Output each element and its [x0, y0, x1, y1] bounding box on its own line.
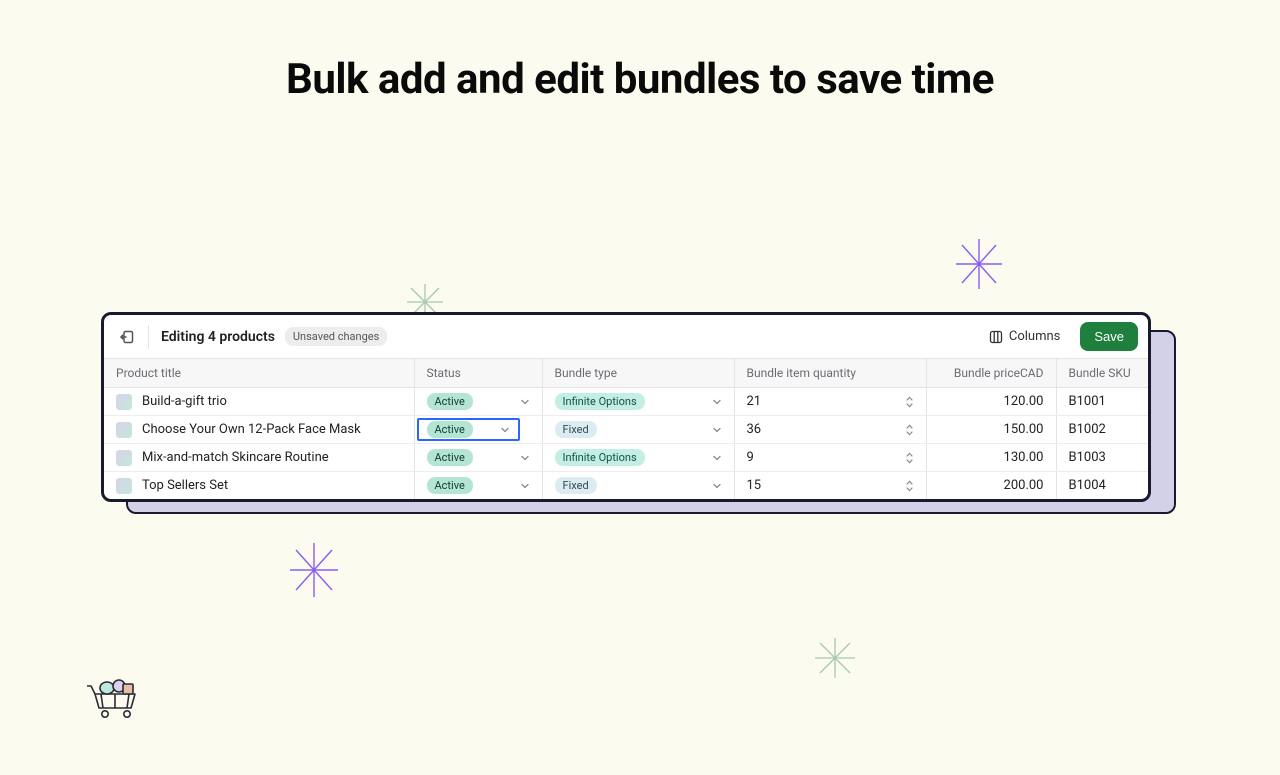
- editor-toolbar: Editing 4 products Unsaved changes Colum…: [104, 315, 1148, 359]
- type-badge: Fixed: [555, 477, 597, 494]
- sku-value: B1001: [1069, 394, 1106, 409]
- price-cell[interactable]: 200.00: [926, 472, 1056, 500]
- col-header-title: Product title: [104, 359, 414, 388]
- unsaved-changes-badge: Unsaved changes: [285, 327, 387, 346]
- table-row: Top Sellers Set Active Fixed 15 200.00 B1004: [104, 472, 1148, 500]
- sparkle-icon: [956, 239, 1002, 289]
- qty-cell[interactable]: 21: [734, 388, 926, 416]
- columns-button[interactable]: Columns: [981, 324, 1069, 349]
- price-value: 120.00: [1004, 394, 1044, 409]
- stepper-icon: [905, 479, 914, 493]
- currency-label: CAD: [1020, 366, 1044, 380]
- sku-value: B1003: [1069, 450, 1106, 465]
- bulk-editor-card: Editing 4 products Unsaved changes Colum…: [101, 312, 1151, 502]
- type-cell[interactable]: Fixed: [542, 472, 734, 500]
- col-header-price: Bundle price CAD: [926, 359, 1056, 388]
- bundles-table: Product title Status Bundle type Bundle …: [104, 359, 1148, 499]
- product-title: Build-a-gift trio: [142, 394, 227, 409]
- qty-value: 15: [747, 478, 762, 493]
- type-badge: Fixed: [555, 421, 597, 438]
- qty-cell[interactable]: 36: [734, 416, 926, 444]
- type-badge: Infinite Options: [555, 393, 645, 410]
- price-value: 200.00: [1004, 478, 1044, 493]
- col-header-sku: Bundle SKU: [1056, 359, 1148, 388]
- sku-cell[interactable]: B1001: [1056, 388, 1148, 416]
- qty-cell[interactable]: 15: [734, 472, 926, 500]
- price-value: 130.00: [1004, 450, 1044, 465]
- table-row: Choose Your Own 12-Pack Face Mask Active F…: [104, 416, 1148, 444]
- type-cell[interactable]: Infinite Options: [542, 444, 734, 472]
- chevron-down-icon: [712, 453, 722, 463]
- product-title: Choose Your Own 12-Pack Face Mask: [142, 422, 361, 437]
- cart-illustration: [85, 664, 147, 720]
- title-cell[interactable]: Build-a-gift trio: [104, 388, 414, 416]
- table-row: Build-a-gift trio Active Infinite Options 2…: [104, 388, 1148, 416]
- sku-cell[interactable]: B1004: [1056, 472, 1148, 500]
- status-cell[interactable]: Active: [414, 444, 542, 472]
- price-cell[interactable]: 150.00: [926, 416, 1056, 444]
- status-badge: Active: [427, 421, 473, 438]
- chevron-down-icon: [520, 397, 530, 407]
- product-thumb: [116, 394, 132, 410]
- title-cell[interactable]: Choose Your Own 12-Pack Face Mask: [104, 416, 414, 444]
- page-heading: Bulk add and edit bundles to save time: [0, 55, 1280, 104]
- divider: [148, 325, 149, 349]
- product-thumb: [116, 478, 132, 494]
- price-cell[interactable]: 120.00: [926, 388, 1056, 416]
- sku-cell[interactable]: B1002: [1056, 416, 1148, 444]
- price-cell[interactable]: 130.00: [926, 444, 1056, 472]
- sparkle-icon: [290, 543, 338, 597]
- exit-icon: [120, 330, 134, 344]
- columns-label: Columns: [1009, 329, 1061, 344]
- chevron-down-icon: [712, 481, 722, 491]
- stepper-icon: [905, 423, 914, 437]
- columns-icon: [989, 330, 1003, 344]
- chevron-down-icon: [712, 397, 722, 407]
- col-header-type: Bundle type: [542, 359, 734, 388]
- title-cell[interactable]: Top Sellers Set: [104, 472, 414, 500]
- stepper-icon: [905, 395, 914, 409]
- col-header-status: Status: [414, 359, 542, 388]
- type-badge: Infinite Options: [555, 449, 645, 466]
- qty-value: 36: [747, 422, 762, 437]
- status-badge: Active: [427, 449, 473, 466]
- product-title: Top Sellers Set: [142, 478, 228, 493]
- sku-cell[interactable]: B1003: [1056, 444, 1148, 472]
- product-thumb: [116, 450, 132, 466]
- type-cell[interactable]: Infinite Options: [542, 388, 734, 416]
- chevron-down-icon: [712, 425, 722, 435]
- table-header-row: Product title Status Bundle type Bundle …: [104, 359, 1148, 388]
- chevron-down-icon: [520, 481, 530, 491]
- status-cell[interactable]: Active: [414, 388, 542, 416]
- price-value: 150.00: [1004, 422, 1044, 437]
- sku-value: B1002: [1069, 422, 1106, 437]
- sparkle-icon: [815, 638, 855, 678]
- status-badge: Active: [427, 477, 473, 494]
- chevron-down-icon: [500, 425, 510, 435]
- product-title: Mix-and-match Skincare Routine: [142, 450, 329, 465]
- status-badge: Active: [427, 393, 473, 410]
- editing-count-label: Editing 4 products: [161, 329, 275, 345]
- title-cell[interactable]: Mix-and-match Skincare Routine: [104, 444, 414, 472]
- qty-cell[interactable]: 9: [734, 444, 926, 472]
- qty-value: 9: [747, 450, 754, 465]
- exit-button[interactable]: [114, 324, 140, 350]
- qty-value: 21: [747, 394, 762, 409]
- status-cell[interactable]: Active: [414, 416, 542, 444]
- col-header-qty: Bundle item quantity: [734, 359, 926, 388]
- sku-value: B1004: [1069, 478, 1106, 493]
- type-cell[interactable]: Fixed: [542, 416, 734, 444]
- stepper-icon: [905, 451, 914, 465]
- product-thumb: [116, 422, 132, 438]
- status-cell[interactable]: Active: [414, 472, 542, 500]
- table-row: Mix-and-match Skincare Routine Active Infi…: [104, 444, 1148, 472]
- chevron-down-icon: [520, 453, 530, 463]
- save-button[interactable]: Save: [1080, 322, 1138, 351]
